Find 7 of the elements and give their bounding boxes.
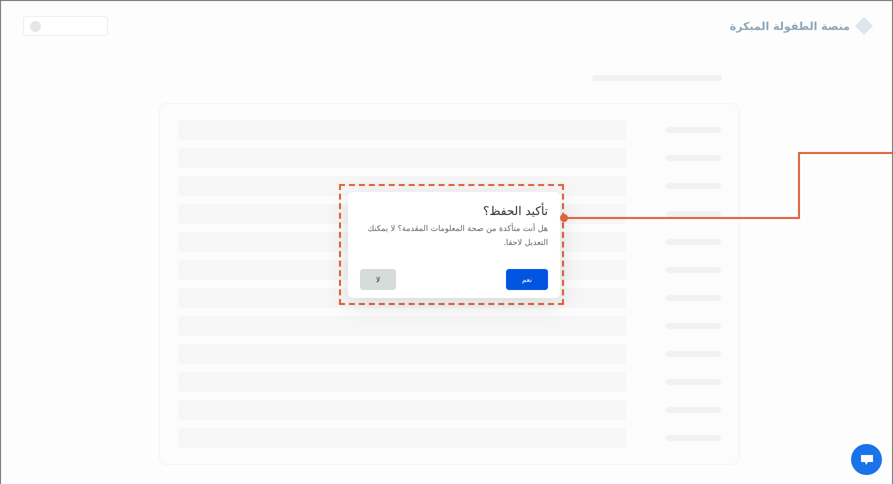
logo-icon xyxy=(854,16,874,36)
user-icon xyxy=(30,20,41,32)
dialog-title: تأكيد الحفظ؟ xyxy=(482,204,548,218)
dialog-message: هل أنت متأكدة من صحة المعلومات المقدمة؟ لا يمكنك التعديل لاحقا. xyxy=(366,222,548,249)
chat-button[interactable] xyxy=(851,444,882,475)
chat-icon xyxy=(860,454,874,466)
logo-text: منصة الطفولة المبكرة xyxy=(730,20,850,32)
